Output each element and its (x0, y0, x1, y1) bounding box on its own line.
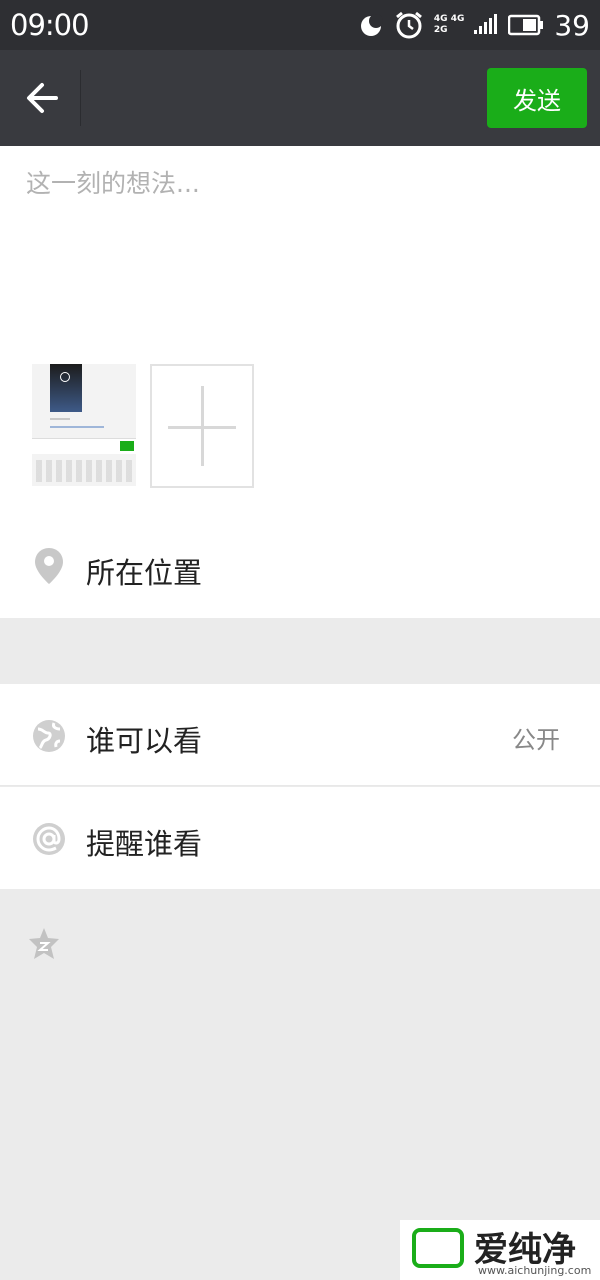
thought-input[interactable]: 这一刻的想法... (26, 164, 200, 200)
back-arrow-icon[interactable] (22, 78, 62, 118)
alarm-clock-icon (395, 11, 422, 39)
moon-icon (360, 14, 383, 36)
send-button[interactable]: 发送 (487, 68, 587, 128)
watermark: 爱纯净 www.aichunjing.com (400, 1220, 600, 1280)
network-bottom-label: 2G (433, 25, 448, 35)
thumbnail-line (50, 418, 70, 420)
status-icons: 4G 4G 2G 39 (358, 8, 590, 42)
title-bar: 发送 (0, 50, 600, 146)
visibility-label: 谁可以看 (86, 724, 203, 758)
battery-percentage: 39 (554, 8, 590, 42)
visibility-value: 公开 (512, 726, 560, 754)
network-top-label: 4G 4G (433, 14, 465, 24)
status-time: 09:00 (10, 8, 90, 42)
qzone-star-icon[interactable] (28, 926, 60, 962)
location-row[interactable]: 所在位置 (0, 528, 600, 618)
signal-icon (474, 14, 498, 34)
thumbnail-keyboard (36, 460, 132, 482)
globe-icon (33, 720, 65, 752)
network-indicator: 4G 4G 2G (434, 14, 464, 36)
thumbnail-send-chip (120, 441, 134, 451)
mention-label: 提醒谁看 (86, 827, 203, 861)
watermark-url: www.aichunjing.com (478, 1264, 592, 1277)
header-divider (80, 70, 81, 126)
location-pin-icon (35, 548, 63, 584)
location-label: 所在位置 (86, 556, 203, 590)
mention-row[interactable]: 提醒谁看 (0, 787, 600, 889)
add-image-button[interactable] (150, 364, 254, 488)
attached-image-thumbnail[interactable] (32, 364, 136, 486)
status-bar: 09:00 4G 4G 2G 39 (0, 0, 600, 50)
play-icon (60, 372, 70, 382)
at-icon (33, 823, 65, 855)
thumbnail-line (50, 426, 104, 428)
battery-icon (508, 14, 544, 36)
watermark-logo (412, 1228, 464, 1268)
plus-icon-vertical (201, 386, 204, 466)
visibility-row[interactable]: 谁可以看 公开 (0, 684, 600, 786)
